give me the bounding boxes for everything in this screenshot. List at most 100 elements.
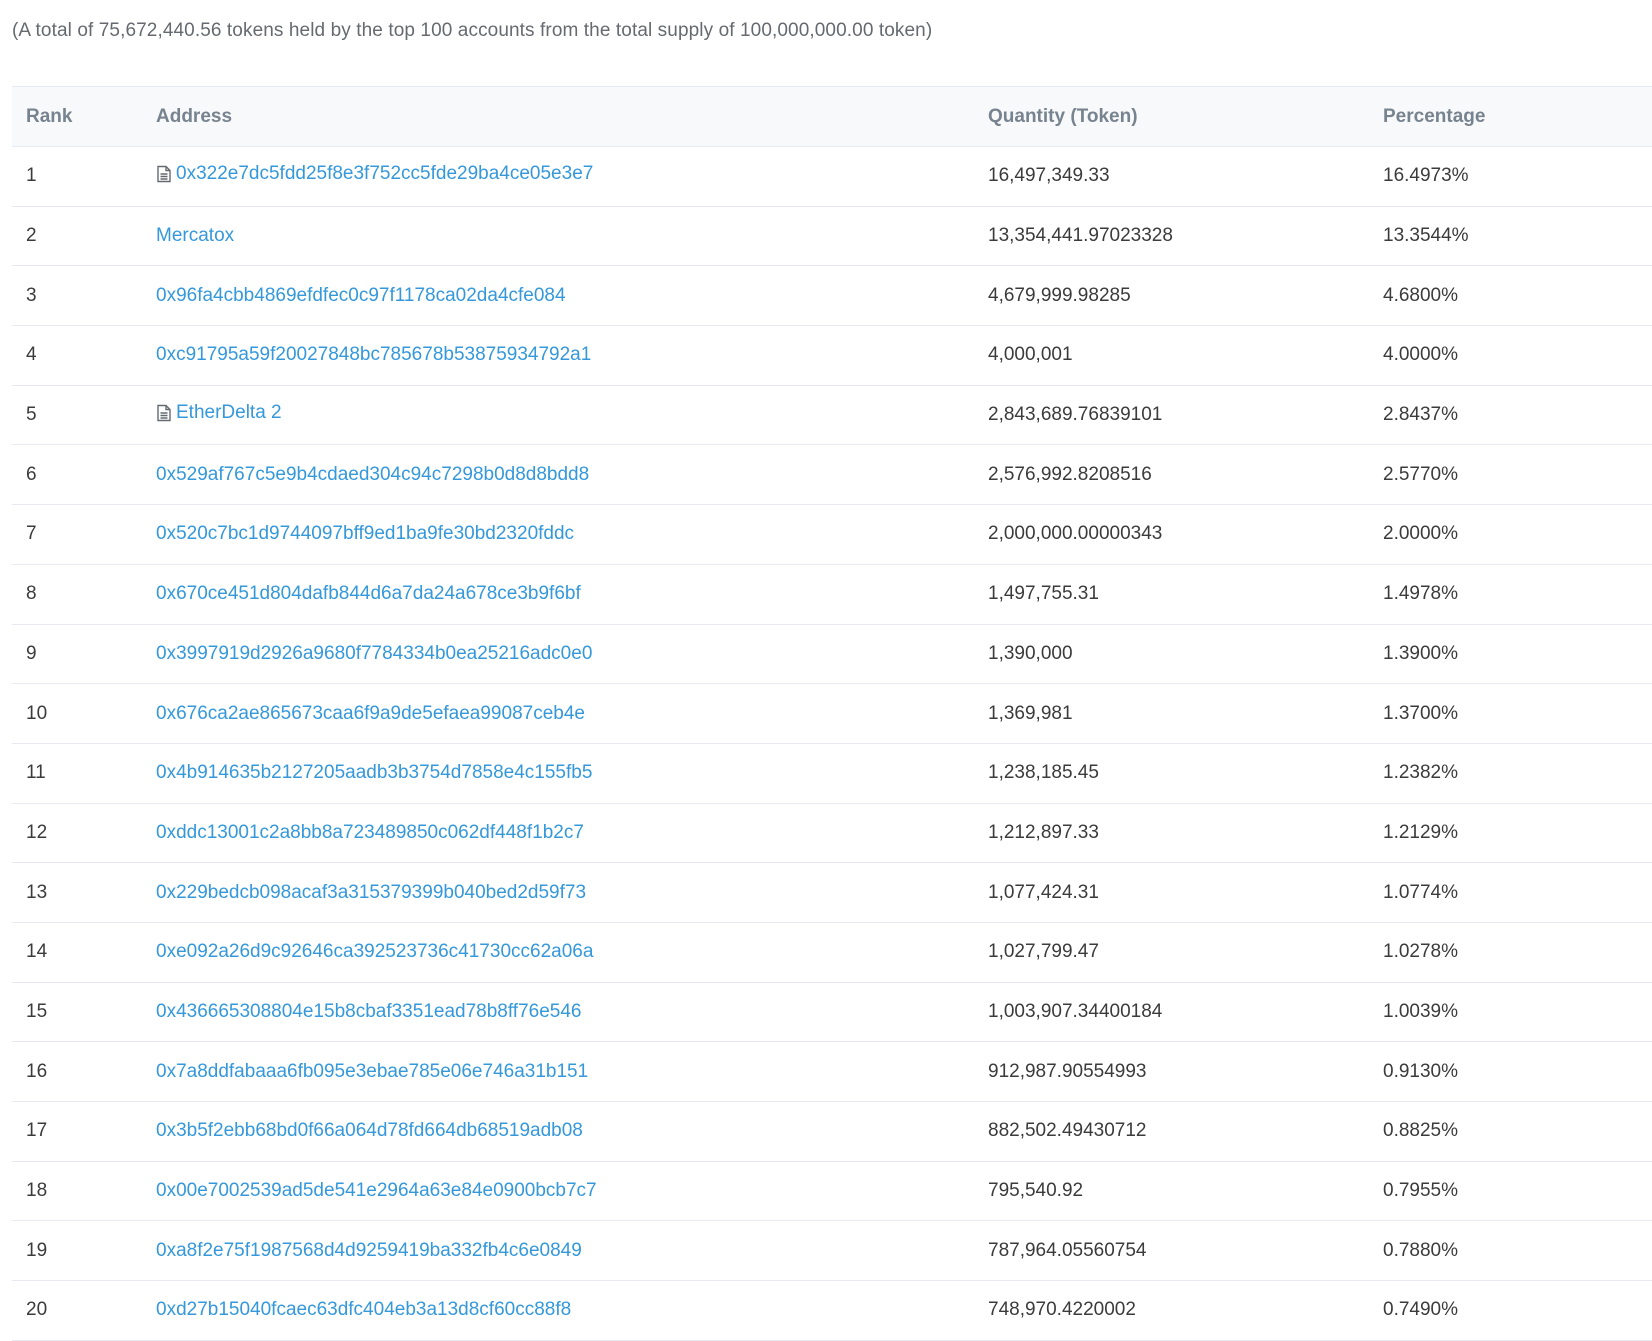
table-row: 13 0x229bedcb098acaf3a315379399b040bed2d5… — [12, 863, 1652, 923]
address-link[interactable]: Mercatox — [156, 225, 234, 247]
address-link[interactable]: 0x520c7bc1d9744097bff9ed1ba9fe30bd2320fd… — [156, 523, 574, 545]
address-link[interactable]: 0x436665308804e15b8cbaf3351ead78b8ff76e5… — [156, 1001, 581, 1023]
address-link[interactable]: 0x3997919d2926a9680f7784334b0ea25216adc0… — [156, 643, 592, 665]
quantity-cell: 2,576,992.8208516 — [988, 463, 1152, 485]
percentage-cell: 0.7490% — [1383, 1299, 1459, 1321]
address-link[interactable]: 0x322e7dc5fdd25f8e3f752cc5fde29ba4ce05e3… — [176, 163, 593, 185]
quantity-cell: 912,987.90554993 — [988, 1060, 1147, 1082]
address-link[interactable]: 0x3b5f2ebb68bd0f66a064d78fd664db68519adb… — [156, 1120, 583, 1142]
address-cell: 0x7a8ddfabaaa6fb095e3ebae785e06e746a31b1… — [142, 1042, 974, 1102]
percentage-cell: 0.9130% — [1383, 1060, 1459, 1082]
address-cell-content: 0x7a8ddfabaaa6fb095e3ebae785e06e746a31b1… — [156, 1061, 588, 1083]
table-row: 2 Mercatox 13,354,441.97023328 13.3544% — [12, 206, 1652, 266]
rank-cell: 19 — [26, 1239, 48, 1261]
address-cell: EtherDelta 2 — [142, 385, 974, 445]
rank-cell: 15 — [26, 1000, 48, 1022]
percentage-cell: 0.7880% — [1383, 1239, 1459, 1261]
address-link[interactable]: EtherDelta 2 — [176, 402, 282, 424]
table-row: 6 0x529af767c5e9b4cdaed304c94c7298b0d8d8b… — [12, 445, 1652, 505]
quantity-cell: 2,000,000.00000343 — [988, 523, 1163, 545]
quantity-cell: 1,238,185.45 — [988, 762, 1099, 784]
percentage-cell: 16.4973% — [1383, 165, 1469, 187]
rank-cell: 7 — [26, 523, 37, 545]
address-cell: 0x322e7dc5fdd25f8e3f752cc5fde29ba4ce05e3… — [142, 147, 974, 207]
rank-cell: 2 — [26, 225, 37, 247]
address-link[interactable]: 0x229bedcb098acaf3a315379399b040bed2d59f… — [156, 882, 586, 904]
rank-column-header: Rank — [26, 105, 73, 127]
table-row: 5 EtherDelta 2 2,843,689.76839101 2.8437% — [12, 385, 1652, 445]
address-link[interactable]: 0x670ce451d804dafb844d6a7da24a678ce3b9f6… — [156, 583, 581, 605]
quantity-cell: 1,390,000 — [988, 642, 1073, 664]
address-link[interactable]: 0x00e7002539ad5de541e2964a63e84e0900bcb7… — [156, 1180, 597, 1202]
address-cell: 0xddc13001c2a8bb8a723489850c062df448f1b2… — [142, 803, 974, 863]
document-icon — [156, 404, 172, 422]
holders-summary: (A total of 75,672,440.56 tokens held by… — [12, 20, 933, 41]
quantity-cell: 4,000,001 — [988, 344, 1073, 366]
quantity-cell: 1,369,981 — [988, 702, 1073, 724]
address-cell-content: EtherDelta 2 — [156, 402, 282, 424]
address-link[interactable]: 0x4b914635b2127205aadb3b3754d7858e4c155f… — [156, 762, 592, 784]
address-link[interactable]: 0xd27b15040fcaec63dfc404eb3a13d8cf60cc88… — [156, 1299, 571, 1321]
address-cell: 0xe092a26d9c92646ca392523736c41730cc62a0… — [142, 922, 974, 982]
quantity-cell: 795,540.92 — [988, 1180, 1084, 1202]
rank-cell: 16 — [26, 1060, 48, 1082]
address-cell-content: 0x670ce451d804dafb844d6a7da24a678ce3b9f6… — [156, 583, 581, 605]
address-link[interactable]: 0xc91795a59f20027848bc785678b53875934792… — [156, 344, 591, 366]
address-link[interactable]: 0xddc13001c2a8bb8a723489850c062df448f1b2… — [156, 822, 584, 844]
address-cell-content: 0x436665308804e15b8cbaf3351ead78b8ff76e5… — [156, 1001, 581, 1023]
table-row: 1 0x322e7dc5fdd25f8e3f752cc5fde29ba4ce05e… — [12, 147, 1652, 207]
quantity-cell: 787,964.05560754 — [988, 1239, 1147, 1261]
table-row: 10 0x676ca2ae865673caa6f9a9de5efaea99087c… — [12, 684, 1652, 744]
rank-cell: 6 — [26, 463, 37, 485]
rank-cell: 10 — [26, 702, 48, 724]
address-cell: 0x436665308804e15b8cbaf3351ead78b8ff76e5… — [142, 982, 974, 1042]
address-cell-content: 0x3997919d2926a9680f7784334b0ea25216adc0… — [156, 643, 592, 665]
percentage-cell: 2.0000% — [1383, 523, 1459, 545]
table-row: 16 0x7a8ddfabaaa6fb095e3ebae785e06e746a31… — [12, 1042, 1652, 1102]
address-cell: 0xc91795a59f20027848bc785678b53875934792… — [142, 326, 974, 386]
table-row: 12 0xddc13001c2a8bb8a723489850c062df448f1… — [12, 803, 1652, 863]
address-cell: 0x676ca2ae865673caa6f9a9de5efaea99087ceb… — [142, 684, 974, 744]
percentage-cell: 1.4978% — [1383, 583, 1459, 605]
quantity-column-header: Quantity (Token) — [988, 105, 1138, 127]
address-link[interactable]: 0x676ca2ae865673caa6f9a9de5efaea99087ceb… — [156, 703, 585, 725]
quantity-cell: 1,003,907.34400184 — [988, 1000, 1163, 1022]
address-cell-content: 0x520c7bc1d9744097bff9ed1ba9fe30bd2320fd… — [156, 523, 574, 545]
address-cell: 0x00e7002539ad5de541e2964a63e84e0900bcb7… — [142, 1161, 974, 1221]
quantity-cell: 1,497,755.31 — [988, 583, 1099, 605]
address-cell: 0x3b5f2ebb68bd0f66a064d78fd664db68519adb… — [142, 1102, 974, 1162]
address-link[interactable]: 0x96fa4cbb4869efdfec0c97f1178ca02da4cfe0… — [156, 285, 566, 307]
address-cell-content: Mercatox — [156, 225, 234, 247]
address-cell-content: 0x229bedcb098acaf3a315379399b040bed2d59f… — [156, 882, 586, 904]
rank-cell: 13 — [26, 881, 48, 903]
address-cell: 0xa8f2e75f1987568d4d9259419ba332fb4c6e08… — [142, 1221, 974, 1281]
address-cell-content: 0x96fa4cbb4869efdfec0c97f1178ca02da4cfe0… — [156, 285, 566, 307]
table-row: 17 0x3b5f2ebb68bd0f66a064d78fd664db68519a… — [12, 1102, 1652, 1162]
address-link[interactable]: 0xa8f2e75f1987568d4d9259419ba332fb4c6e08… — [156, 1240, 582, 1262]
address-cell-content: 0x676ca2ae865673caa6f9a9de5efaea99087ceb… — [156, 703, 585, 725]
address-link[interactable]: 0xe092a26d9c92646ca392523736c41730cc62a0… — [156, 941, 593, 963]
rank-cell: 1 — [26, 165, 37, 187]
address-cell: 0x3997919d2926a9680f7784334b0ea25216adc0… — [142, 624, 974, 684]
percentage-cell: 4.0000% — [1383, 344, 1459, 366]
quantity-cell: 16,497,349.33 — [988, 165, 1110, 187]
table-row: 14 0xe092a26d9c92646ca392523736c41730cc62… — [12, 922, 1652, 983]
quantity-cell: 748,970.4220002 — [988, 1299, 1136, 1321]
percentage-cell: 1.3900% — [1383, 642, 1459, 664]
table-header: Rank Address Quantity (Token) Percentage — [12, 86, 1652, 147]
rank-cell: 3 — [26, 284, 37, 306]
quantity-cell: 13,354,441.97023328 — [988, 225, 1173, 247]
address-cell-content: 0x00e7002539ad5de541e2964a63e84e0900bcb7… — [156, 1180, 597, 1202]
table-row: 7 0x520c7bc1d9744097bff9ed1ba9fe30bd2320f… — [12, 505, 1652, 565]
rank-cell: 14 — [26, 941, 48, 963]
address-link[interactable]: 0x7a8ddfabaaa6fb095e3ebae785e06e746a31b1… — [156, 1061, 588, 1083]
table-row: 8 0x670ce451d804dafb844d6a7da24a678ce3b9f… — [12, 564, 1652, 624]
address-cell-content: 0x529af767c5e9b4cdaed304c94c7298b0d8d8bd… — [156, 464, 589, 486]
address-cell-content: 0x322e7dc5fdd25f8e3f752cc5fde29ba4ce05e3… — [156, 163, 593, 185]
percentage-cell: 2.5770% — [1383, 463, 1459, 485]
quantity-cell: 2,843,689.76839101 — [988, 404, 1163, 426]
percentage-cell: 1.2129% — [1383, 821, 1459, 843]
address-link[interactable]: 0x529af767c5e9b4cdaed304c94c7298b0d8d8bd… — [156, 464, 589, 486]
address-cell: Mercatox — [142, 206, 974, 266]
quantity-cell: 882,502.49430712 — [988, 1120, 1147, 1142]
